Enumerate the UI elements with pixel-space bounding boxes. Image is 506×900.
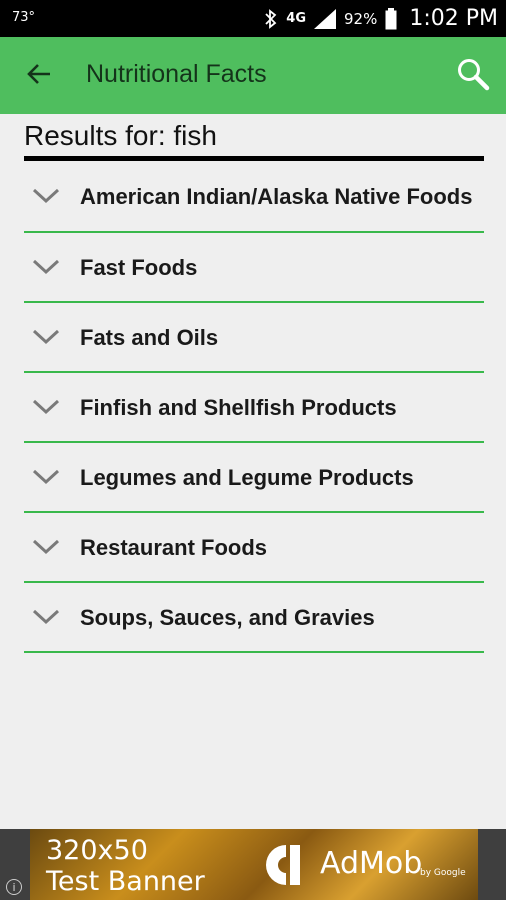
category-label: Fats and Oils [80,324,219,350]
chevron-down-icon [32,399,60,415]
clock: 1:02 PM [409,6,498,31]
ad-size-text: 320x50 [46,835,148,866]
category-label: Finfish and Shellfish Products [80,394,397,420]
list-item[interactable]: American Indian/Alaska Native Foods [24,161,484,233]
ad-test-text: Test Banner [46,866,205,897]
category-label: Soups, Sauces, and Gravies [80,604,375,630]
category-list: American Indian/Alaska Native Foods Fast… [24,161,484,653]
chevron-down-icon [32,329,60,345]
category-label: Fast Foods [80,254,198,280]
temperature-text: 73° [12,10,36,25]
chevron-down-icon [32,539,60,555]
list-item[interactable]: Finfish and Shellfish Products [24,373,484,443]
network-4g-icon: 4G [286,10,306,26]
list-item[interactable]: Legumes and Legume Products [24,443,484,513]
chevron-down-icon [32,259,60,275]
ad-brand-text: AdMob [320,846,423,881]
list-item[interactable]: Restaurant Foods [24,513,484,583]
battery-icon [385,7,397,30]
ad-by-text: by Google [420,868,466,878]
admob-logo-icon [256,839,308,891]
battery-percent: 92% [344,9,378,28]
results-header: Results for: fish [24,120,217,151]
status-bar: 73° 4G 92% 1:02 PM [0,0,506,37]
ad-banner[interactable]: 320x50 Test Banner AdMob by Google [30,829,478,900]
category-label: Restaurant Foods [80,534,268,560]
app-bar: Nutritional Facts [0,37,506,114]
signal-icon [314,8,336,29]
network-type-text: 4G [286,10,306,26]
list-item[interactable]: Fast Foods [24,233,484,303]
list-item[interactable]: Soups, Sauces, and Gravies [24,583,484,653]
chevron-down-icon [32,469,60,485]
page-title: Nutritional Facts [86,60,267,88]
back-button[interactable] [22,59,56,93]
chevron-down-icon [32,609,60,625]
chevron-down-icon [32,188,60,204]
ad-area: i 320x50 Test Banner AdMob by Google [0,829,506,900]
category-label: Legumes and Legume Products [80,464,414,490]
list-item[interactable]: Fats and Oils [24,303,484,373]
category-label: American Indian/Alaska Native Foods [80,183,473,209]
search-button[interactable] [454,57,492,95]
bluetooth-icon [264,8,278,29]
arrow-left-icon [26,61,52,92]
info-icon[interactable]: i [6,879,22,895]
status-icons: 4G 92% 1:02 PM [264,0,498,37]
search-icon [456,57,490,96]
